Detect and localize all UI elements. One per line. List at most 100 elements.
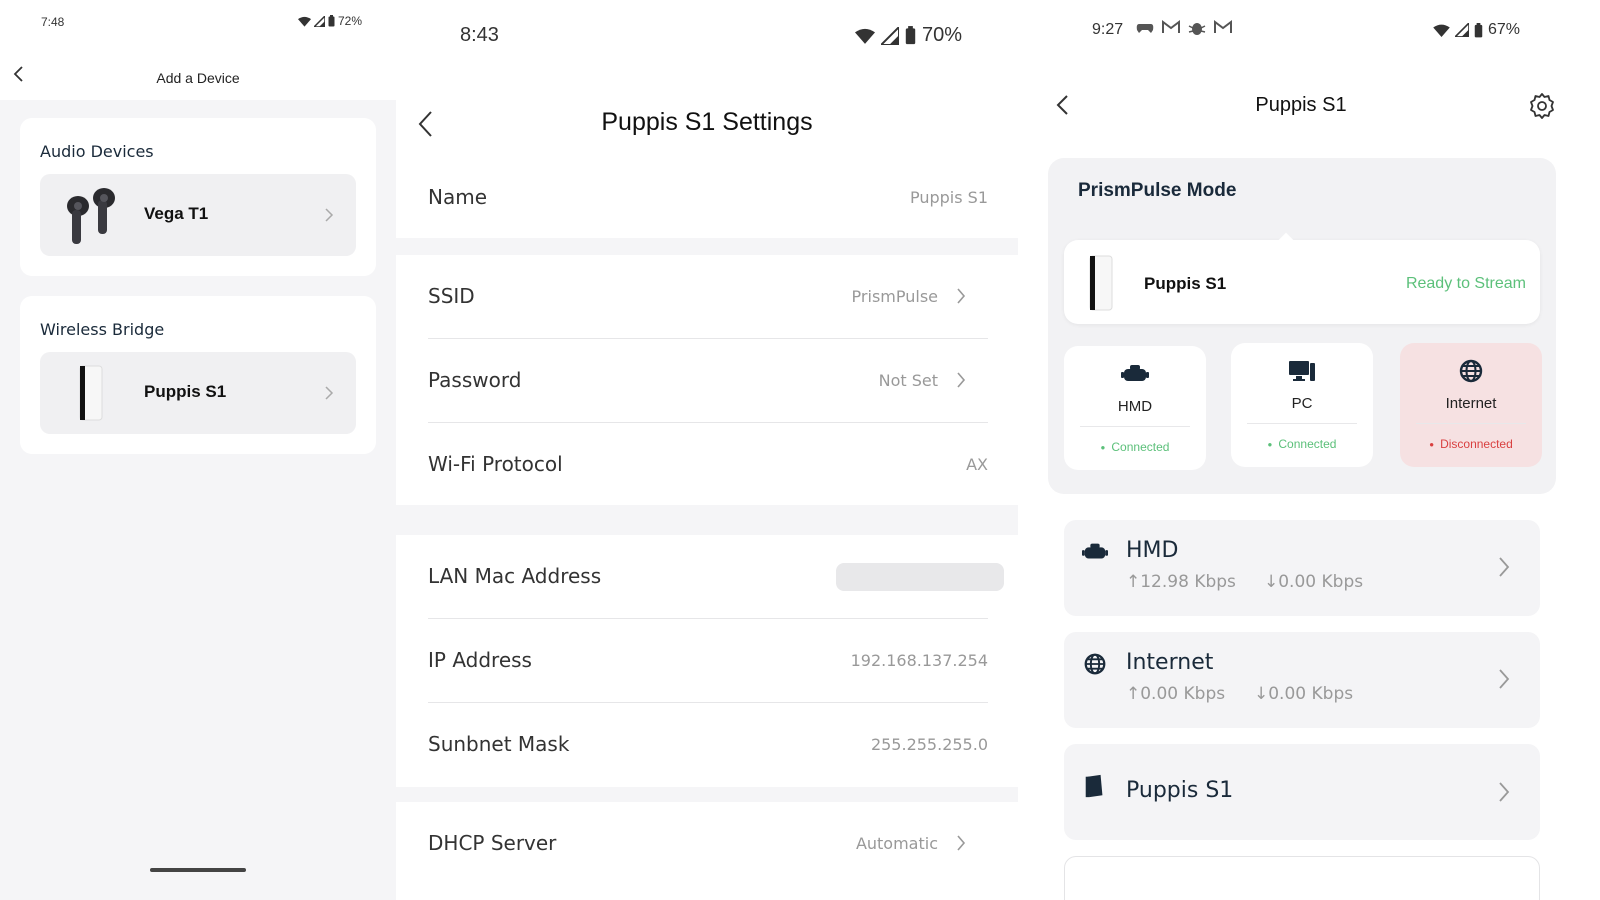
status-time: 8:43 bbox=[460, 24, 499, 46]
row-label: SSID bbox=[428, 284, 475, 308]
row-subnet-mask[interactable]: Sunbnet Mask 255.255.255.0 bbox=[428, 703, 988, 787]
page-title: Add a Device bbox=[156, 70, 240, 86]
device-name: Vega T1 bbox=[144, 204, 209, 223]
row-value: Not Set bbox=[878, 371, 938, 390]
gmail-icon bbox=[1214, 20, 1232, 33]
connection-status: Connected bbox=[1231, 437, 1373, 451]
list-item-name: HMD bbox=[1126, 538, 1179, 563]
settings-screen: 8:43 70% Puppis S1 Settings Name Puppis … bbox=[396, 0, 1018, 900]
wifi-settings-group: SSID PrismPulse Password Not Set Wi-Fi P… bbox=[396, 255, 1018, 505]
wifi-icon bbox=[854, 28, 875, 44]
prismpulse-mode-card: PrismPulse Mode Puppis S1 Ready to Strea… bbox=[1048, 158, 1556, 494]
wifi-icon bbox=[1433, 24, 1450, 37]
status-icons: 67% bbox=[1433, 21, 1520, 39]
row-value: 255.255.255.0 bbox=[870, 735, 988, 754]
tile-internet[interactable]: Internet Disconnected bbox=[1400, 343, 1542, 467]
row-name[interactable]: Name Puppis S1 bbox=[428, 156, 988, 240]
row-dhcp-server[interactable]: DHCP Server Automatic bbox=[428, 802, 988, 886]
device-item-vega-t1[interactable]: Vega T1 bbox=[40, 174, 356, 256]
connection-status: Connected bbox=[1064, 440, 1206, 454]
headset-icon bbox=[1121, 365, 1149, 381]
device-name: Puppis S1 bbox=[1144, 274, 1227, 293]
settings-header-area: 8:43 70% Puppis S1 Settings Name Puppis … bbox=[396, 0, 1018, 238]
device-stream-status: Ready to Stream bbox=[1405, 275, 1526, 292]
row-lan-mac[interactable]: LAN Mac Address bbox=[428, 535, 1004, 619]
status-bar: 7:48 72% bbox=[0, 0, 396, 44]
download-rate: ↓0.00 Kbps bbox=[1254, 684, 1354, 704]
upload-rate: ↑12.98 Kbps bbox=[1126, 572, 1236, 592]
chevron-right-icon bbox=[957, 835, 966, 851]
status-time: 9:27 bbox=[1092, 21, 1124, 38]
row-value: 192.168.137.254 bbox=[850, 651, 988, 670]
battery-percent: 72% bbox=[337, 14, 362, 28]
row-value: Automatic bbox=[855, 834, 938, 853]
tile-label: HMD bbox=[1117, 398, 1153, 415]
row-wifi-protocol[interactable]: Wi-Fi Protocol AX bbox=[428, 423, 988, 507]
header: Add a Device bbox=[0, 44, 396, 100]
row-label: Name bbox=[428, 185, 488, 209]
row-password[interactable]: Password Not Set bbox=[428, 339, 988, 423]
add-device-screen: 7:48 72% Add a Device Audio Devices Vega… bbox=[0, 0, 396, 900]
device-item-puppis-s1[interactable]: Puppis S1 bbox=[40, 352, 356, 434]
tile-pc[interactable]: PC Connected bbox=[1231, 343, 1373, 467]
divider bbox=[1416, 423, 1526, 424]
row-value: PrismPulse bbox=[851, 287, 938, 306]
wireless-bridge-card: Wireless Bridge Puppis S1 bbox=[20, 296, 376, 454]
gmail-icon bbox=[1162, 20, 1180, 33]
chevron-right-icon bbox=[957, 372, 966, 388]
battery-icon bbox=[328, 15, 335, 27]
signal-icon bbox=[1454, 23, 1469, 37]
list-item-hmd[interactable]: HMD ↑12.98 Kbps ↓0.00 Kbps bbox=[1064, 520, 1540, 616]
list-item-puppis-s1[interactable]: Puppis S1 bbox=[1064, 744, 1540, 840]
chevron-right-icon bbox=[1499, 669, 1510, 689]
pc-icon bbox=[1289, 361, 1315, 381]
download-rate: ↓0.00 Kbps bbox=[1264, 572, 1364, 592]
signal-icon bbox=[313, 15, 325, 27]
row-label: LAN Mac Address bbox=[428, 564, 602, 588]
divider bbox=[1080, 426, 1190, 427]
game-controller-icon bbox=[1136, 24, 1154, 33]
home-indicator[interactable] bbox=[150, 868, 246, 872]
row-ip-address[interactable]: IP Address 192.168.137.254 bbox=[428, 619, 988, 703]
row-label: Password bbox=[428, 368, 522, 392]
list-item-internet[interactable]: Internet ↑0.00 Kbps ↓0.00 Kbps bbox=[1064, 632, 1540, 728]
device-dashboard-screen: 9:27 67% Puppis S1 PrismPulse Mode Puppi… bbox=[1018, 0, 1600, 900]
status-icons: 70% bbox=[854, 24, 962, 47]
row-value: Puppis S1 bbox=[909, 188, 988, 207]
bridge-device-image bbox=[1089, 255, 1113, 311]
chevron-right-icon bbox=[325, 386, 334, 400]
tile-hmd[interactable]: HMD Connected bbox=[1064, 346, 1206, 470]
bridge-device-icon bbox=[1085, 774, 1103, 798]
chevron-right-icon bbox=[1499, 557, 1510, 577]
row-label: IP Address bbox=[428, 648, 532, 672]
page-title: Puppis S1 Settings bbox=[601, 108, 813, 136]
mode-title: PrismPulse Mode bbox=[1078, 180, 1237, 201]
battery-icon bbox=[905, 26, 916, 45]
list-item-partial[interactable] bbox=[1064, 856, 1540, 900]
tile-label: PC bbox=[1291, 395, 1313, 412]
audio-devices-card: Audio Devices Vega T1 bbox=[20, 118, 376, 276]
chevron-right-icon bbox=[1499, 782, 1510, 802]
earbuds-image bbox=[67, 188, 115, 244]
section-title: Wireless Bridge bbox=[40, 320, 165, 339]
divider bbox=[1247, 423, 1357, 424]
bug-icon bbox=[1188, 23, 1206, 35]
network-info-group: LAN Mac Address IP Address 192.168.137.2… bbox=[396, 535, 1018, 787]
bridge-device-image bbox=[79, 365, 103, 421]
battery-percent: 70% bbox=[921, 24, 962, 46]
chevron-right-icon bbox=[957, 288, 966, 304]
page-title: Puppis S1 bbox=[1255, 94, 1347, 116]
tile-label: Internet bbox=[1445, 395, 1497, 412]
gear-icon[interactable] bbox=[1528, 92, 1556, 120]
globe-icon bbox=[1084, 653, 1106, 675]
device-name: Puppis S1 bbox=[144, 382, 227, 401]
headset-icon bbox=[1082, 543, 1108, 559]
battery-percent: 67% bbox=[1487, 21, 1520, 38]
status-time: 7:48 bbox=[41, 15, 65, 29]
row-ssid[interactable]: SSID PrismPulse bbox=[428, 255, 988, 339]
globe-icon bbox=[1459, 359, 1483, 383]
device-status-card[interactable]: Puppis S1 Ready to Stream bbox=[1064, 240, 1540, 324]
chevron-right-icon bbox=[325, 208, 334, 222]
notification-icons bbox=[1136, 20, 1232, 36]
status-icons: 72% bbox=[297, 14, 362, 28]
